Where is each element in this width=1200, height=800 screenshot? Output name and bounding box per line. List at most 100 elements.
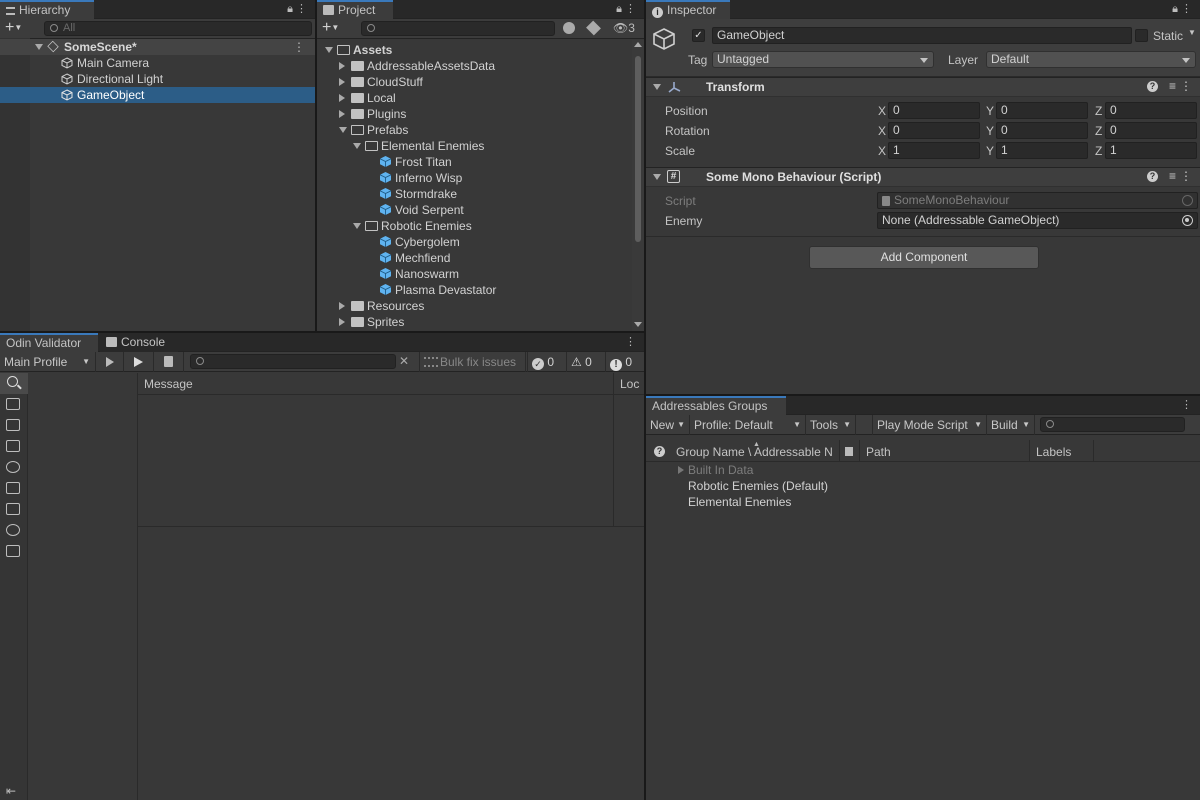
run-button[interactable] bbox=[124, 352, 154, 372]
expand-arrow-icon[interactable] bbox=[339, 302, 345, 310]
filter-type-icon[interactable] bbox=[563, 22, 575, 34]
profile-dropdown[interactable]: Profile: Default ▼ bbox=[690, 415, 806, 435]
help-icon[interactable]: ? bbox=[654, 446, 665, 457]
project-prefab-item[interactable]: Mechfiend bbox=[317, 250, 632, 266]
project-folder-item[interactable]: Elemental Enemies bbox=[317, 138, 632, 154]
more-menu-icon[interactable]: ⋮ bbox=[1181, 398, 1192, 412]
project-folder-item[interactable]: AddressableAssetsData bbox=[317, 58, 632, 74]
lock-icon[interactable]: 🔒︎ bbox=[616, 2, 622, 16]
hierarchy-item[interactable]: Directional Light bbox=[0, 71, 315, 87]
checklist-sidebar-button[interactable] bbox=[0, 499, 28, 520]
project-folder-item[interactable]: Prefabs bbox=[317, 122, 632, 138]
search-sidebar-button[interactable] bbox=[0, 373, 28, 394]
hierarchy-search-input[interactable]: All bbox=[44, 21, 312, 36]
expand-arrow-icon[interactable] bbox=[653, 174, 661, 180]
play-mode-script-dropdown[interactable]: Play Mode Script ▼ bbox=[872, 415, 987, 435]
addressables-search-input[interactable] bbox=[1040, 417, 1185, 432]
presets-icon[interactable]: ≡ bbox=[1169, 79, 1176, 93]
rotation-y-field[interactable]: 0 bbox=[996, 122, 1088, 139]
collapse-arrow-icon[interactable] bbox=[339, 127, 347, 133]
col-type-icon[interactable] bbox=[840, 440, 860, 462]
group-row[interactable]: Built In Data bbox=[646, 462, 1200, 478]
presets-icon[interactable]: ≡ bbox=[1169, 169, 1176, 183]
collapse-sidebar-icon[interactable]: ⇤ bbox=[6, 784, 16, 798]
hierarchy-item-selected[interactable]: GameObject bbox=[0, 87, 315, 103]
expand-arrow-icon[interactable] bbox=[35, 44, 43, 50]
project-prefab-item[interactable]: Cybergolem bbox=[317, 234, 632, 250]
scroll-down-arrow-icon[interactable] bbox=[634, 322, 642, 327]
expand-arrow-icon[interactable] bbox=[339, 110, 345, 118]
static-checkbox[interactable] bbox=[1135, 29, 1148, 42]
project-prefab-item[interactable]: Nanoswarm bbox=[317, 266, 632, 282]
clear-search-icon[interactable]: ✕ bbox=[399, 354, 409, 368]
tab-project[interactable]: Project bbox=[317, 0, 393, 19]
create-button[interactable]: +▼ bbox=[322, 19, 339, 37]
more-menu-icon[interactable]: ⋮ bbox=[296, 2, 307, 16]
add-component-button[interactable]: Add Component bbox=[809, 246, 1039, 269]
collapse-arrow-icon[interactable] bbox=[353, 143, 361, 149]
group-row[interactable]: Robotic Enemies (Default) bbox=[646, 478, 1200, 494]
group-row[interactable]: Elemental Enemies bbox=[646, 494, 1200, 510]
project-search-input[interactable] bbox=[361, 21, 555, 36]
scene-row[interactable]: SomeScene* ⋮ bbox=[0, 39, 315, 55]
active-checkbox[interactable]: ✓ bbox=[692, 29, 705, 42]
help-icon[interactable]: ? bbox=[1147, 81, 1158, 92]
mail-sidebar-button[interactable] bbox=[0, 541, 28, 562]
profile-dropdown[interactable]: Main Profile ▼ bbox=[0, 352, 96, 372]
ok-count-badge[interactable]: ✓ 0 bbox=[527, 352, 565, 372]
col-group-name[interactable]: ▲ Group Name \ Addressable N bbox=[670, 440, 840, 462]
object-picker-icon[interactable] bbox=[1182, 215, 1193, 226]
project-prefab-item[interactable]: Void Serpent bbox=[317, 202, 632, 218]
help-sidebar-button[interactable] bbox=[0, 520, 28, 541]
expand-arrow-icon[interactable] bbox=[339, 62, 345, 70]
project-scrollbar[interactable] bbox=[632, 40, 644, 331]
project-folder-item[interactable]: Resources bbox=[317, 298, 632, 314]
bulk-fix-button[interactable]: Bulk fix issues bbox=[419, 352, 526, 372]
expand-arrow-icon[interactable] bbox=[653, 84, 661, 90]
tools-dropdown[interactable]: Tools ▼ bbox=[806, 415, 856, 435]
tab-inspector[interactable]: i Inspector bbox=[646, 0, 730, 19]
settings-sidebar-button[interactable] bbox=[0, 457, 28, 478]
help-icon[interactable]: ? bbox=[1147, 171, 1158, 182]
expand-arrow-icon[interactable] bbox=[339, 94, 345, 102]
collapse-arrow-icon[interactable] bbox=[325, 47, 333, 53]
error-count-badge[interactable]: ! 0 bbox=[605, 352, 644, 372]
col-loc[interactable]: Loc bbox=[614, 373, 644, 395]
odin-search-input[interactable] bbox=[190, 354, 396, 369]
project-prefab-item[interactable]: Plasma Devastator bbox=[317, 282, 632, 298]
scale-x-field[interactable]: 1 bbox=[888, 142, 980, 159]
hidden-packages-icon[interactable]: 👁︎3 bbox=[613, 20, 635, 36]
position-y-field[interactable]: 0 bbox=[996, 102, 1088, 119]
scroll-up-arrow-icon[interactable] bbox=[634, 42, 642, 47]
project-folder-item[interactable]: Assets bbox=[317, 42, 632, 58]
create-button[interactable]: +▼ bbox=[5, 19, 22, 37]
warning-count-badge[interactable]: ⚠ 0 bbox=[566, 352, 604, 372]
scene-menu-icon[interactable]: ⋮ bbox=[293, 39, 305, 55]
project-prefab-item[interactable]: Frost Titan bbox=[317, 154, 632, 170]
expand-arrow-icon[interactable] bbox=[678, 466, 684, 474]
scale-z-field[interactable]: 1 bbox=[1105, 142, 1197, 159]
col-message[interactable]: Message bbox=[138, 373, 614, 395]
stack-sidebar-button[interactable] bbox=[0, 478, 28, 499]
step-button[interactable] bbox=[96, 352, 124, 372]
hierarchy-item[interactable]: Main Camera bbox=[0, 55, 315, 71]
more-menu-icon[interactable]: ⋮ bbox=[625, 2, 636, 16]
scrollbar-thumb[interactable] bbox=[635, 56, 641, 242]
list-sidebar-button[interactable] bbox=[0, 415, 28, 436]
more-menu-icon[interactable]: ⋮ bbox=[625, 335, 636, 349]
tab-addressables-groups[interactable]: Addressables Groups bbox=[646, 396, 786, 415]
project-folder-item[interactable]: Sprites bbox=[317, 314, 632, 330]
expand-arrow-icon[interactable] bbox=[339, 318, 345, 326]
component-menu-icon[interactable]: ⋮ bbox=[1180, 169, 1192, 183]
component-menu-icon[interactable]: ⋮ bbox=[1180, 79, 1192, 93]
tab-console[interactable]: Console bbox=[100, 333, 178, 352]
col-labels[interactable]: Labels bbox=[1030, 440, 1094, 462]
lock-icon[interactable]: 🔒︎ bbox=[1172, 2, 1178, 16]
layer-dropdown[interactable]: Default bbox=[986, 51, 1196, 68]
tab-hierarchy[interactable]: Hierarchy bbox=[0, 0, 94, 19]
new-dropdown[interactable]: New ▼ bbox=[646, 415, 690, 435]
folder-sidebar-button[interactable] bbox=[0, 394, 28, 415]
gameobject-cube-icon[interactable] bbox=[652, 27, 676, 51]
object-name-field[interactable]: GameObject bbox=[712, 27, 1132, 44]
expand-arrow-icon[interactable] bbox=[339, 78, 345, 86]
